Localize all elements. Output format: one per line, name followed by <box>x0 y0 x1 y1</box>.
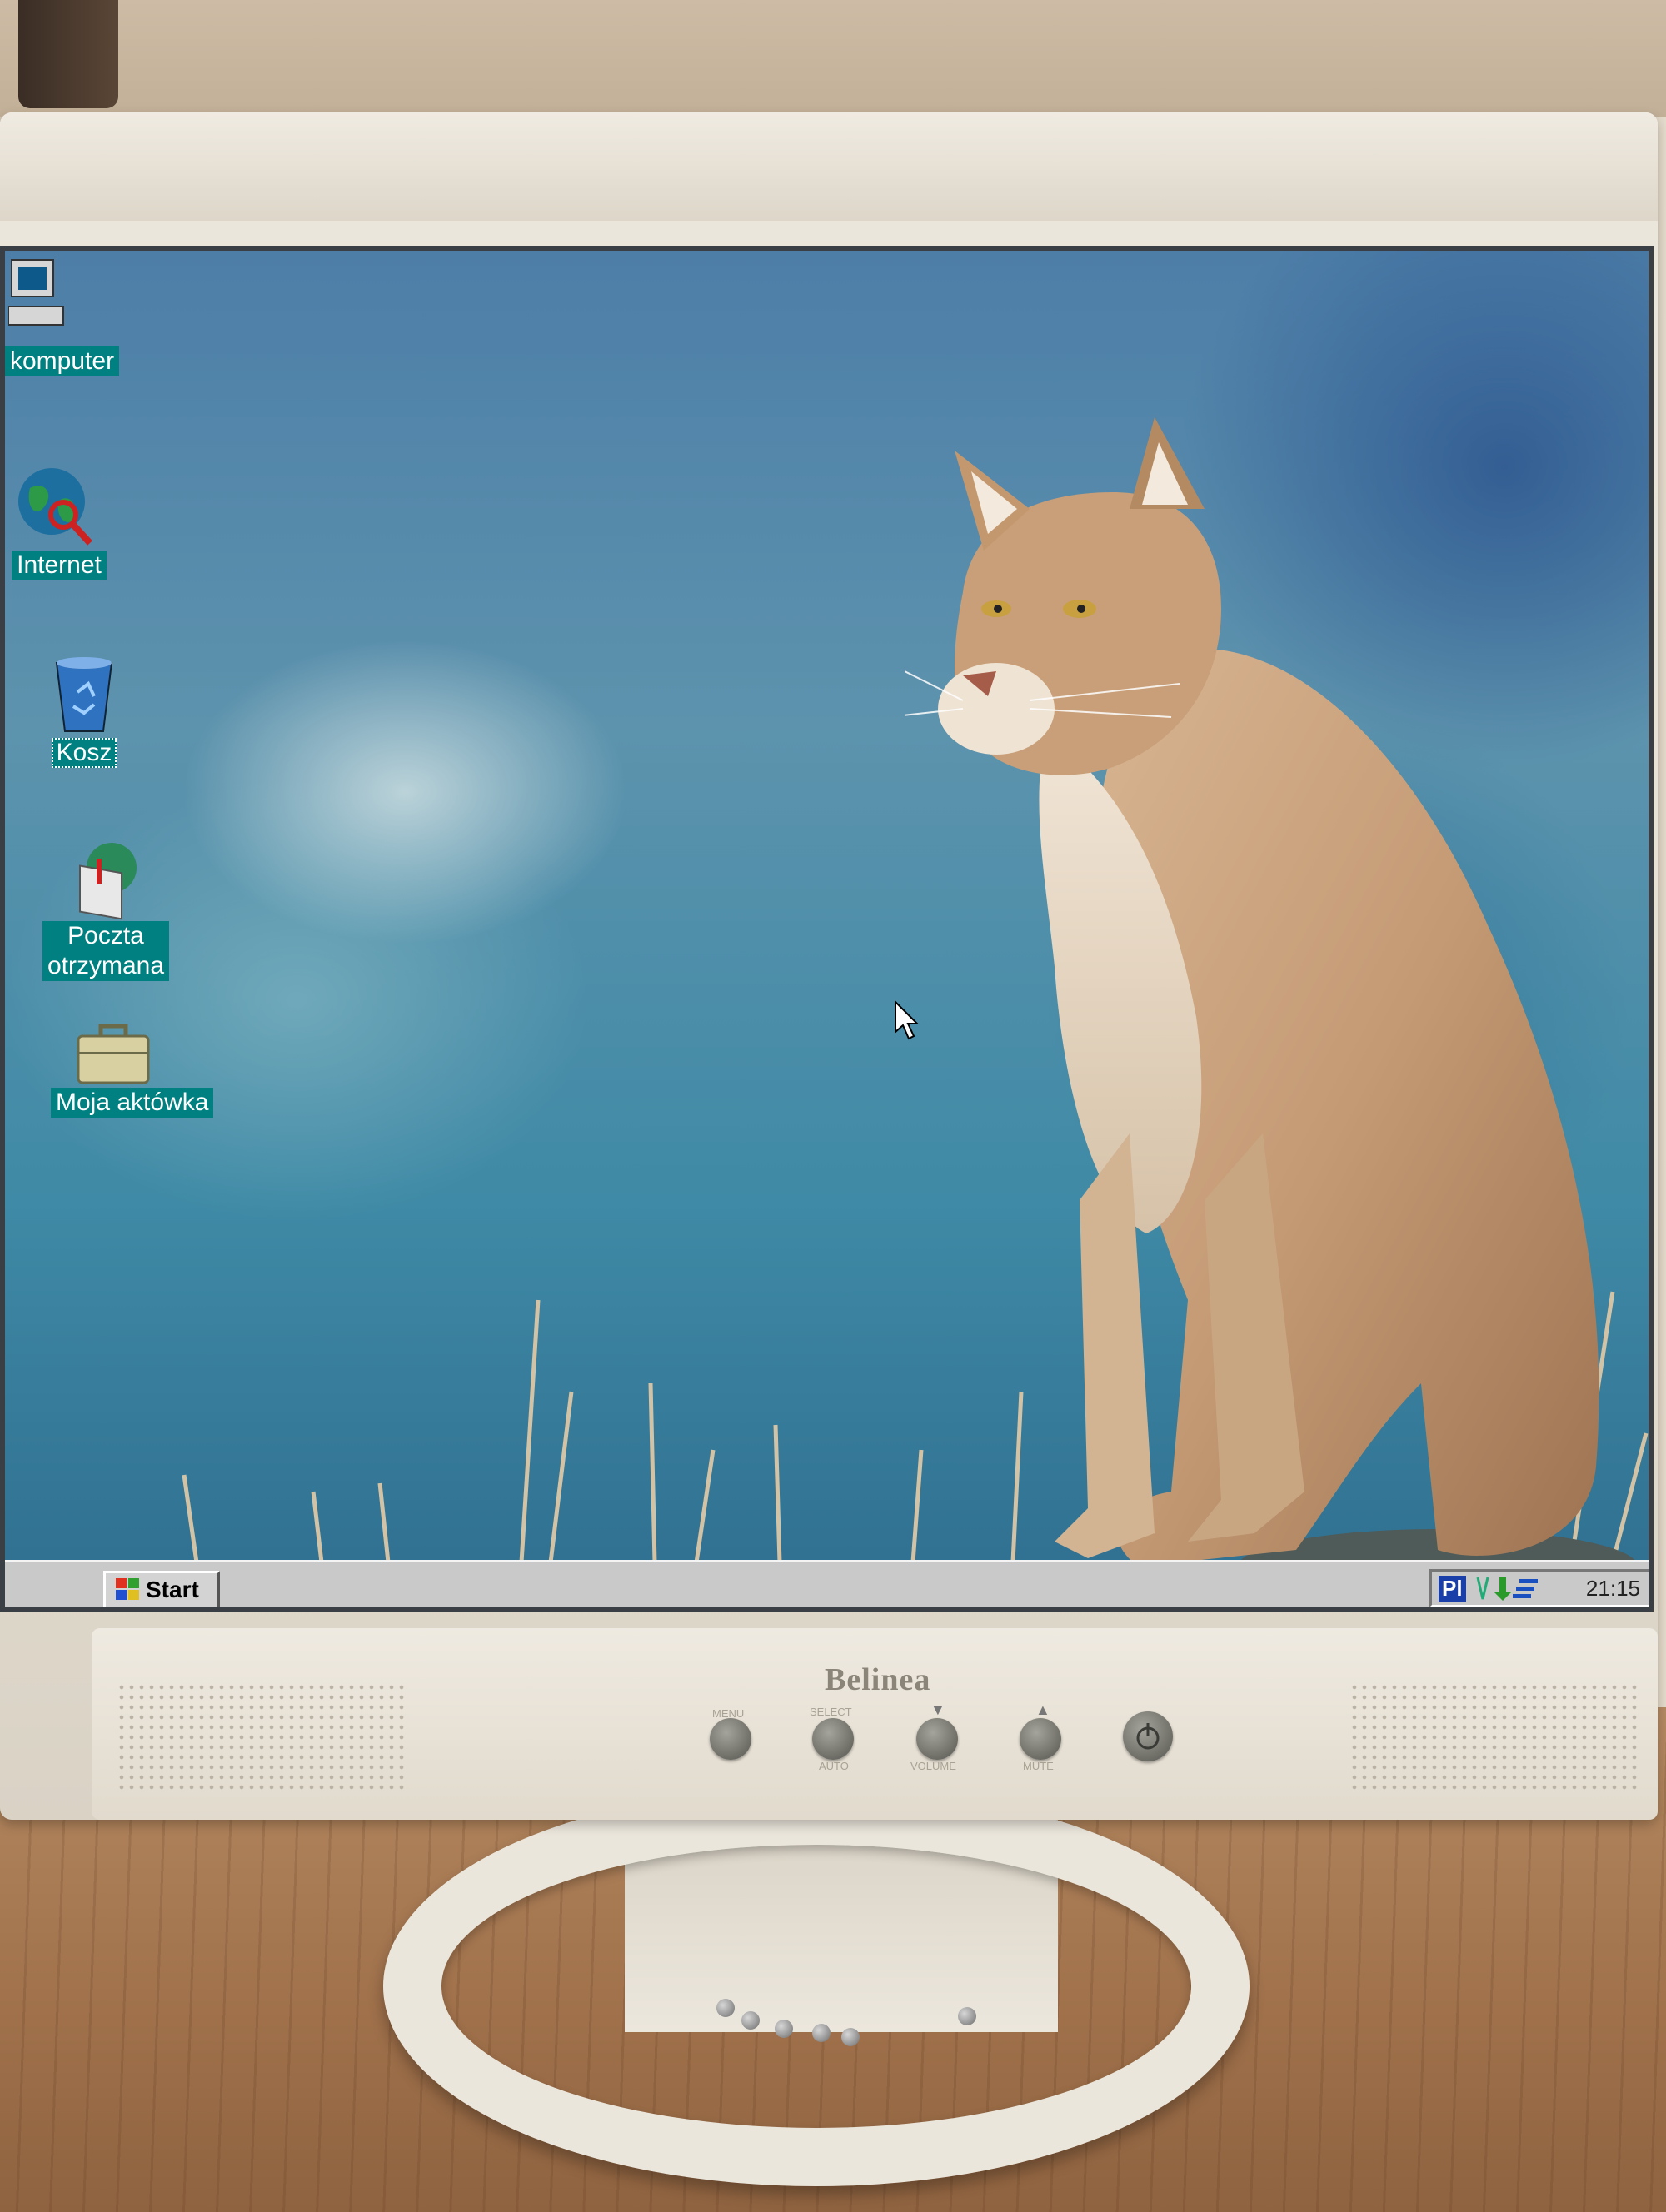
dark-clip <box>18 0 118 108</box>
power-icon <box>1136 1723 1160 1750</box>
up-button[interactable] <box>1020 1718 1061 1760</box>
cougar-wallpaper <box>905 417 1638 1604</box>
screw <box>841 2028 860 2046</box>
icon-label-briefcase: Moja aktówka <box>51 1088 214 1118</box>
system-tray: Pl 21:15 <box>1429 1569 1649 1607</box>
select-button[interactable] <box>812 1718 854 1760</box>
up-label: ▲ <box>1035 1701 1050 1718</box>
taskbar-clock[interactable]: 21:15 <box>1586 1576 1640 1602</box>
screw <box>775 2020 793 2038</box>
icon-label-internet: Internet <box>12 551 107 580</box>
screw <box>812 2024 831 2042</box>
select-label: SELECT <box>810 1706 852 1718</box>
screw <box>958 2007 976 2025</box>
down-label: ▼ <box>930 1701 945 1718</box>
wall <box>0 0 1666 117</box>
briefcase-icon <box>77 1024 150 1084</box>
menu-button[interactable] <box>710 1718 751 1760</box>
windows-logo-icon <box>116 1578 141 1602</box>
auto-label: AUTO <box>819 1760 849 1772</box>
power-button[interactable] <box>1123 1711 1173 1761</box>
desktop-icon-briefcase[interactable]: Moja aktówka <box>51 1021 214 1118</box>
mouse-cursor-icon <box>895 1000 919 1040</box>
start-label: Start <box>146 1577 199 1602</box>
volume-label: VOLUME <box>910 1760 956 1772</box>
computer-icon <box>8 259 64 326</box>
speaker-grille-right <box>1349 1682 1641 1791</box>
screw <box>741 2011 760 2030</box>
monitor-stand-base <box>383 1786 1250 2186</box>
icon-label-inbox: Poczta otrzymana <box>42 921 169 981</box>
start-button[interactable]: Start <box>103 1571 220 1607</box>
icon-label-computer: komputer <box>5 346 120 376</box>
desktop-screen: komputer Internet Kosz Poczta otrzymana <box>0 246 1654 1612</box>
desktop-icon-recycle-bin[interactable]: Kosz <box>38 655 130 768</box>
speaker-grille-left <box>117 1682 408 1791</box>
monitor-top-bezel <box>0 112 1658 221</box>
inbox-icon <box>79 843 137 920</box>
taskbar: Start Pl 21:15 <box>5 1560 1649 1607</box>
brand-logo: Belinea <box>825 1662 931 1697</box>
mute-label: MUTE <box>1023 1760 1054 1772</box>
recycle-bin-icon <box>55 657 113 732</box>
down-button[interactable] <box>916 1718 958 1760</box>
desktop-icon-internet[interactable]: Internet <box>5 463 113 580</box>
desktop-icon-computer[interactable]: komputer <box>5 255 122 376</box>
icon-label-recycle-bin: Kosz <box>51 738 117 768</box>
screw <box>716 1999 735 2017</box>
internet-globe-icon <box>18 468 92 546</box>
language-indicator[interactable]: Pl <box>1439 1575 1466 1602</box>
tray-icons[interactable] <box>1474 1574 1541 1602</box>
desktop-icon-inbox[interactable]: Poczta otrzymana <box>42 838 169 981</box>
